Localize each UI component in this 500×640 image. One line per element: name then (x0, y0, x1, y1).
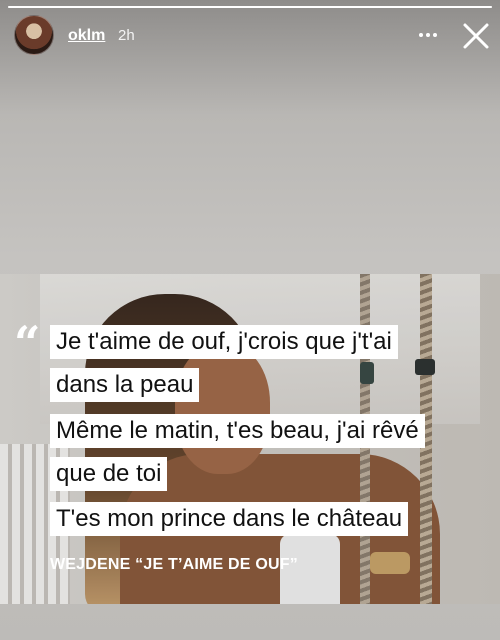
more-horizontal-icon (419, 33, 423, 37)
lyric-line: Je t'aime de ouf, j'crois que j't'ai (50, 325, 398, 359)
story-header: oklm 2h (0, 0, 500, 76)
lyric-line: T'es mon prince dans le château (50, 502, 409, 536)
quote-mark: “ (14, 316, 41, 370)
song-credit: WEJDENE “JE T’AIME DE OUF” (50, 556, 298, 573)
lyric-line: Même le matin, t'es beau, j'ai rêvé (50, 414, 425, 448)
close-icon (463, 23, 489, 49)
username[interactable]: oklm (68, 27, 105, 45)
avatar[interactable] (14, 15, 54, 55)
lyric-line: que de toi (50, 457, 168, 491)
post-time: 2h (118, 27, 135, 44)
lyric-line: dans la peau (50, 368, 200, 402)
more-options-button[interactable] (412, 22, 444, 48)
close-button[interactable] (460, 20, 492, 52)
